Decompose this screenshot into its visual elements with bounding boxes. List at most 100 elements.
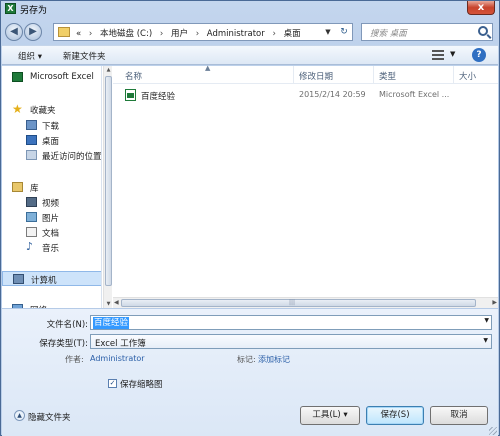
cancel-button[interactable]: 取消	[430, 406, 488, 425]
pictures-icon	[26, 212, 37, 222]
nav-scroll-thumb[interactable]	[105, 76, 112, 286]
browser-pane: Microsoft Excel ★ 收藏夹 下载 桌面 最近访问的位置 库 视频…	[2, 64, 498, 308]
breadcrumb-separator: ›	[159, 29, 164, 39]
address-bar[interactable]: « › 本地磁盘 (C:) › 用户 › Administrator › 桌面 …	[53, 23, 353, 41]
breadcrumb-item-drive[interactable]: 本地磁盘 (C:)	[100, 29, 152, 39]
breadcrumb-separator: ›	[195, 29, 200, 39]
nav-item-libraries[interactable]: 库	[2, 180, 101, 195]
nav-item-music[interactable]: ♪ 音乐	[2, 240, 101, 255]
column-name[interactable]: 名称	[125, 70, 142, 82]
column-divider[interactable]	[373, 66, 374, 84]
hide-folders-label[interactable]: 隐藏文件夹	[28, 411, 71, 423]
computer-icon	[13, 274, 24, 284]
column-size[interactable]: 大小	[459, 70, 476, 82]
scroll-down-icon[interactable]: ▼	[104, 301, 113, 307]
nav-item-pictures[interactable]: 图片	[2, 210, 101, 225]
author-label: 作者:	[65, 355, 84, 364]
file-list: ▲ 名称 修改日期 类型 大小 百度经验 2015/2/14 20:59 Mic…	[113, 64, 498, 308]
nav-item-label: 文档	[42, 229, 60, 239]
filename-value[interactable]: 百度经验	[93, 317, 130, 329]
nav-item-computer[interactable]: 计算机	[2, 271, 101, 286]
nav-item-label: 音乐	[42, 244, 60, 254]
nav-item-label: 图片	[42, 214, 60, 224]
breadcrumb-separator: ›	[272, 29, 276, 39]
back-button[interactable]: ◀	[5, 23, 23, 41]
nav-item-desktop[interactable]: 桌面	[2, 133, 101, 148]
column-date[interactable]: 修改日期	[299, 70, 333, 82]
nav-item-label: Microsoft Excel	[30, 72, 94, 82]
recent-places-icon	[26, 150, 37, 160]
video-icon	[26, 197, 37, 207]
views-dropdown-icon[interactable]: ▼	[450, 50, 455, 58]
excel-file-icon	[125, 89, 136, 101]
nav-item-label: 收藏夹	[30, 106, 56, 116]
nav-item-label: 最近访问的位置	[42, 152, 102, 162]
views-icon[interactable]	[432, 50, 444, 60]
filetype-dropdown-icon[interactable]: ▼	[483, 337, 488, 344]
horizontal-scrollbar[interactable]: ◀ ||| ▶	[113, 297, 498, 308]
refresh-icon[interactable]: ↻	[337, 25, 351, 39]
forward-button[interactable]: ▶	[24, 23, 42, 41]
nav-item-label: 库	[30, 184, 39, 194]
nav-scrollbar[interactable]: ▲ ▼	[103, 66, 112, 308]
nav-item-recent[interactable]: 最近访问的位置	[2, 148, 102, 163]
breadcrumb-item-administrator[interactable]: Administrator	[207, 29, 265, 39]
file-row[interactable]: 百度经验 2015/2/14 20:59 Microsoft Excel ...	[119, 88, 494, 103]
scroll-up-icon[interactable]: ▲	[104, 67, 113, 73]
excel-app-icon: X	[5, 3, 16, 14]
tools-button[interactable]: 工具(L) ▾	[300, 406, 360, 425]
search-input[interactable]: 搜索 桌面	[370, 27, 407, 39]
filename-field[interactable]: 百度经验 ▼	[90, 315, 492, 330]
sort-ascending-icon: ▲	[205, 64, 211, 72]
save-thumbnail-checkbox[interactable]: ✓	[108, 379, 117, 388]
command-bar: 组织 ▾ 新建文件夹 ▼ ?	[2, 45, 498, 65]
scroll-left-icon[interactable]: ◀	[114, 299, 119, 306]
nav-item-label: 下载	[42, 122, 60, 132]
new-folder-button[interactable]: 新建文件夹	[63, 50, 106, 62]
filename-label: 文件名(N):	[46, 320, 88, 330]
nav-item-network[interactable]: 网络	[2, 302, 101, 308]
filetype-value: Excel 工作簿	[95, 339, 146, 349]
nav-item-favorites[interactable]: ★ 收藏夹	[2, 102, 101, 117]
star-icon: ★	[12, 102, 23, 116]
save-button[interactable]: 保存(S)	[366, 406, 424, 425]
column-header: ▲ 名称 修改日期 类型 大小	[113, 64, 498, 84]
search-icon[interactable]	[478, 26, 488, 36]
address-dropdown-icon[interactable]: ▼	[321, 25, 335, 39]
help-icon[interactable]: ?	[472, 48, 486, 62]
author-value[interactable]: Administrator	[90, 354, 145, 363]
tags-value[interactable]: 添加标记	[258, 354, 290, 365]
nav-item-downloads[interactable]: 下载	[2, 118, 101, 133]
save-thumbnail-label[interactable]: 保存缩略图	[120, 378, 163, 390]
window-title: 另存为	[20, 6, 48, 16]
filetype-select[interactable]: Excel 工作簿 ▼	[90, 334, 492, 349]
filename-dropdown-icon[interactable]: ▼	[484, 317, 489, 324]
column-divider[interactable]	[293, 66, 294, 84]
breadcrumb-item-desktop[interactable]: 桌面	[284, 29, 301, 39]
nav-item-documents[interactable]: 文档	[2, 225, 101, 240]
scroll-right-icon[interactable]: ▶	[492, 299, 497, 306]
collapse-up-icon[interactable]: ▲	[14, 410, 25, 421]
nav-item-label: 桌面	[42, 137, 60, 147]
column-divider[interactable]	[453, 66, 454, 84]
nav-item-excel[interactable]: Microsoft Excel	[2, 70, 101, 85]
column-type[interactable]: 类型	[379, 70, 396, 82]
breadcrumb-overflow[interactable]: «	[76, 29, 81, 39]
address-row: ◀ ▶ « › 本地磁盘 (C:) › 用户 › Administrator ›…	[5, 21, 495, 43]
file-date: 2015/2/14 20:59	[299, 90, 366, 99]
organize-menu[interactable]: 组织 ▾	[18, 50, 42, 62]
nav-item-label: 网络	[30, 304, 47, 308]
breadcrumb-separator: ›	[88, 29, 93, 39]
breadcrumb-item-users[interactable]: 用户	[171, 29, 188, 39]
horizontal-scroll-thumb[interactable]	[121, 299, 476, 307]
save-form: 文件名(N): 百度经验 ▼ 保存类型(T): Excel 工作簿 ▼ 作者: …	[2, 309, 498, 436]
tags-label: 标记:	[237, 355, 256, 364]
library-icon	[12, 182, 23, 192]
close-button[interactable]: x	[467, 1, 495, 15]
nav-item-videos[interactable]: 视频	[2, 195, 101, 210]
search-box[interactable]: 搜索 桌面	[361, 23, 493, 41]
breadcrumb: « › 本地磁盘 (C:) › 用户 › Administrator › 桌面	[76, 27, 301, 39]
filetype-label: 保存类型(T):	[39, 339, 88, 349]
resize-grip-icon[interactable]	[489, 427, 497, 435]
music-icon: ♪	[26, 240, 34, 253]
